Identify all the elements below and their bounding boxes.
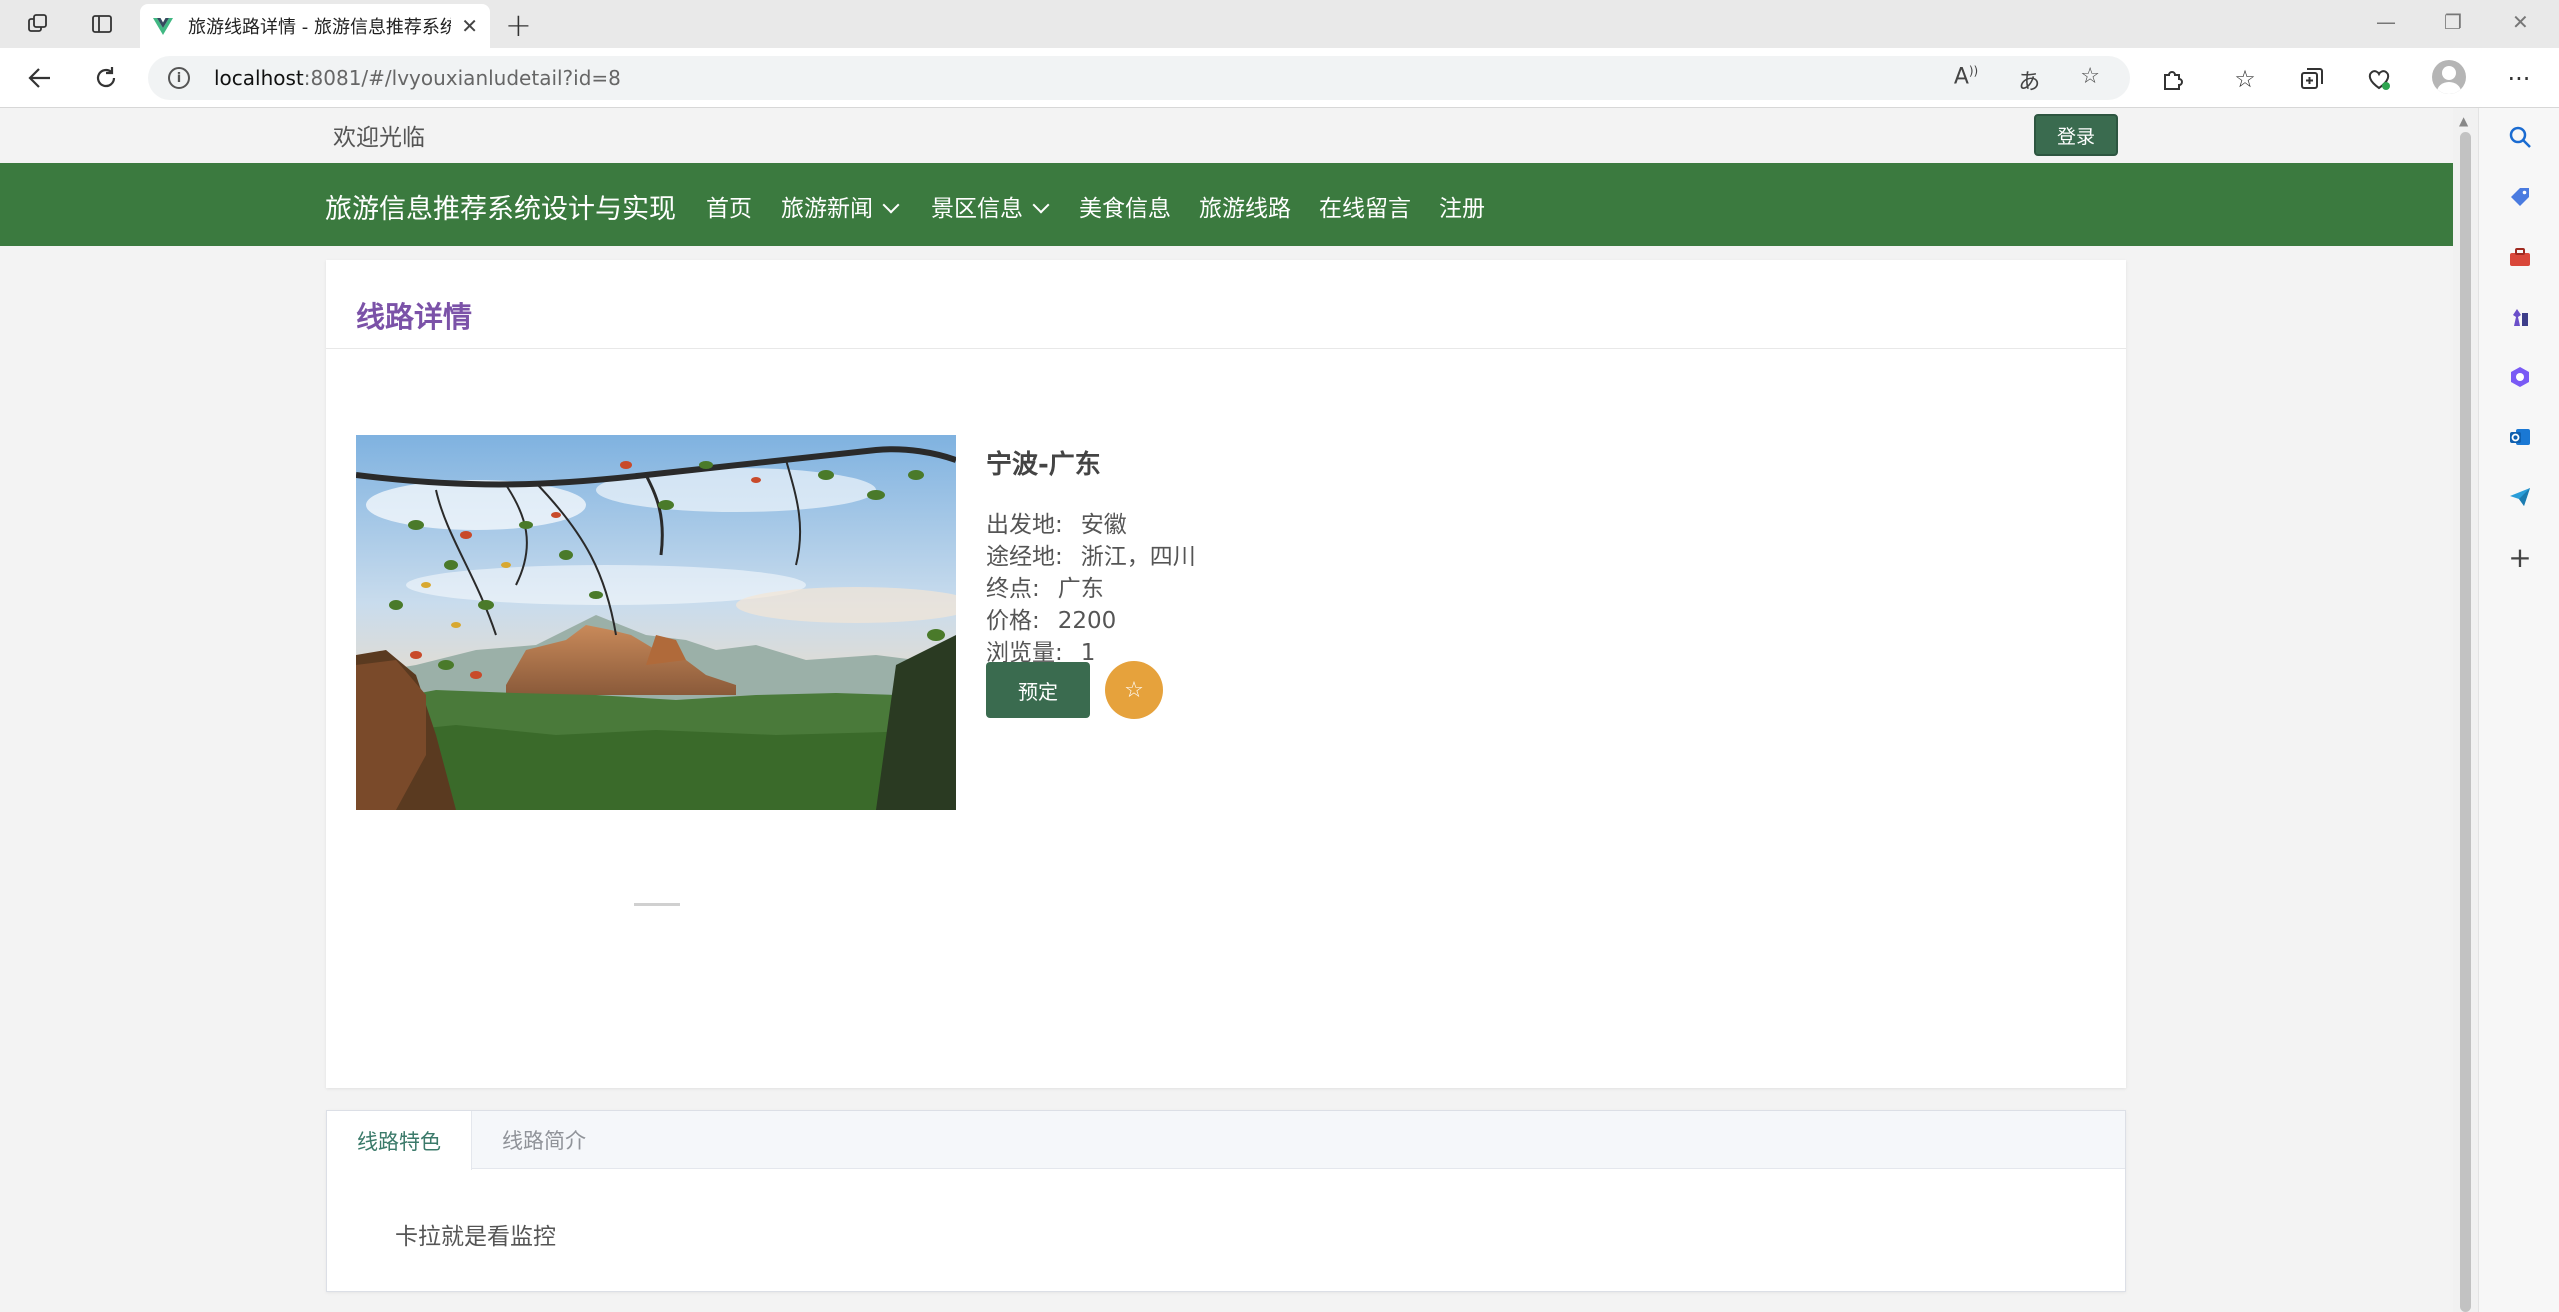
tab-route-intro[interactable]: 线路简介 <box>472 1111 616 1169</box>
close-window-button[interactable]: ✕ <box>2512 10 2529 34</box>
games-icon[interactable] <box>2505 302 2535 332</box>
info-origin: 出发地: 安徽 <box>986 505 1127 539</box>
new-tab-button[interactable]: + <box>505 6 532 44</box>
profile-avatar-icon[interactable] <box>2432 60 2466 94</box>
workspaces-icon[interactable] <box>20 8 56 40</box>
vue-logo-icon <box>153 18 173 35</box>
copilot-icon[interactable] <box>2505 362 2535 392</box>
route-tabs: 线路特色 线路简介 卡拉就是看监控 <box>326 1110 2126 1292</box>
info-destination: 终点: 广东 <box>986 569 1104 603</box>
favorites-icon[interactable]: ☆ <box>2228 62 2262 96</box>
nav-item-messages[interactable]: 在线留言 <box>1319 189 1411 223</box>
route-photo[interactable] <box>356 435 956 810</box>
shopping-tag-icon[interactable] <box>2505 182 2535 212</box>
translate-icon[interactable]: あ <box>2018 64 2040 96</box>
info-via: 途经地: 浙江，四川 <box>986 537 1196 571</box>
nav-item-home[interactable]: 首页 <box>706 189 752 223</box>
edge-sidebar: + <box>2478 108 2559 1312</box>
tools-icon[interactable] <box>2505 242 2535 272</box>
scrollbar-thumb[interactable] <box>2460 132 2471 1312</box>
nav-item-routes[interactable]: 旅游线路 <box>1199 189 1291 223</box>
site-title[interactable]: 旅游信息推荐系统设计与实现 <box>325 187 676 226</box>
nav-item-news-label: 旅游新闻 <box>781 196 873 222</box>
restore-button[interactable]: ❐ <box>2444 10 2462 34</box>
url-host: localhost <box>214 66 304 90</box>
favorite-star-icon[interactable]: ☆ <box>2080 64 2100 96</box>
browser-tab-bar: 旅游线路详情 - 旅游信息推荐系统设计与实现 ✕ + — ❐ ✕ <box>0 0 2559 48</box>
info-destination-value: 广东 <box>1057 576 1104 602</box>
back-icon[interactable] <box>22 60 58 96</box>
scroll-up-icon[interactable]: ▲ <box>2459 114 2468 128</box>
chevron-down-icon <box>1032 196 1050 214</box>
favorite-star-icon[interactable]: ☆ <box>1105 661 1163 719</box>
url-path: :8081/#/lvyouxianludetail?id=8 <box>303 66 621 90</box>
carousel-indicator[interactable] <box>634 903 680 906</box>
page-scrollbar[interactable]: ▲ <box>2453 108 2478 1312</box>
route-detail-card: 线路详情 宁波-广东 出发地: 安徽 途经地: 浙江，四川 终点: 广东 价格:… <box>326 260 2126 1088</box>
section-title: 线路详情 <box>356 300 473 334</box>
main-nav: 旅游信息推荐系统设计与实现 首页 旅游新闻 景区信息 美食信息 旅游线路 在线留… <box>0 163 2453 246</box>
info-origin-value: 安徽 <box>1080 512 1127 538</box>
chevron-down-icon <box>882 196 900 214</box>
info-via-label: 途经地: <box>986 544 1063 570</box>
search-icon[interactable] <box>2505 122 2535 152</box>
divider <box>326 348 2126 349</box>
url-field[interactable]: i localhost:8081/#/lvyouxianludetail?id=… <box>148 56 2130 100</box>
outlook-icon[interactable] <box>2505 422 2535 452</box>
info-via-value: 浙江，四川 <box>1080 544 1196 570</box>
page-content: 欢迎光临 登录 旅游信息推荐系统设计与实现 首页 旅游新闻 景区信息 美食信息 … <box>0 108 2453 1312</box>
browser-tab-active[interactable]: 旅游线路详情 - 旅游信息推荐系统设计与实现 ✕ <box>140 4 490 48</box>
route-name: 宁波-广东 <box>986 450 1101 480</box>
site-info-icon[interactable]: i <box>168 67 190 89</box>
nav-item-scenic[interactable]: 景区信息 <box>931 189 1050 223</box>
add-sidebar-app-icon[interactable]: + <box>2505 541 2535 574</box>
info-price-label: 价格: <box>986 608 1040 634</box>
info-price: 价格: 2200 <box>986 601 1116 635</box>
nav-item-scenic-label: 景区信息 <box>931 196 1023 222</box>
browser-address-bar: i localhost:8081/#/lvyouxianludetail?id=… <box>0 48 2559 108</box>
collections-icon[interactable] <box>2295 62 2329 96</box>
vertical-tabs-icon[interactable] <box>84 8 120 40</box>
login-button[interactable]: 登录 <box>2034 114 2118 156</box>
more-menu-icon[interactable]: ··· <box>2502 62 2536 96</box>
tabs-header: 线路特色 线路简介 <box>327 1111 2125 1170</box>
extensions-icon[interactable] <box>2155 62 2189 96</box>
welcome-text: 欢迎光临 <box>333 125 425 151</box>
minimize-button[interactable]: — <box>2376 10 2396 34</box>
info-origin-label: 出发地: <box>986 512 1063 538</box>
send-icon[interactable] <box>2505 482 2535 512</box>
info-destination-label: 终点: <box>986 576 1040 602</box>
book-button[interactable]: 预定 <box>986 662 1090 718</box>
info-price-value: 2200 <box>1057 608 1117 634</box>
tab-content-text: 卡拉就是看监控 <box>395 1224 556 1250</box>
tab-close-icon[interactable]: ✕ <box>461 14 478 38</box>
nav-item-news[interactable]: 旅游新闻 <box>781 189 900 223</box>
browser-essentials-icon[interactable] <box>2362 62 2396 96</box>
tab-title: 旅游线路详情 - 旅游信息推荐系统设计与实现 <box>188 17 452 38</box>
nav-item-register[interactable]: 注册 <box>1439 189 1485 223</box>
tab-route-features[interactable]: 线路特色 <box>327 1111 472 1170</box>
refresh-icon[interactable] <box>88 60 124 96</box>
read-aloud-icon[interactable]: A)) <box>1954 64 1978 96</box>
nav-item-food[interactable]: 美食信息 <box>1079 189 1171 223</box>
